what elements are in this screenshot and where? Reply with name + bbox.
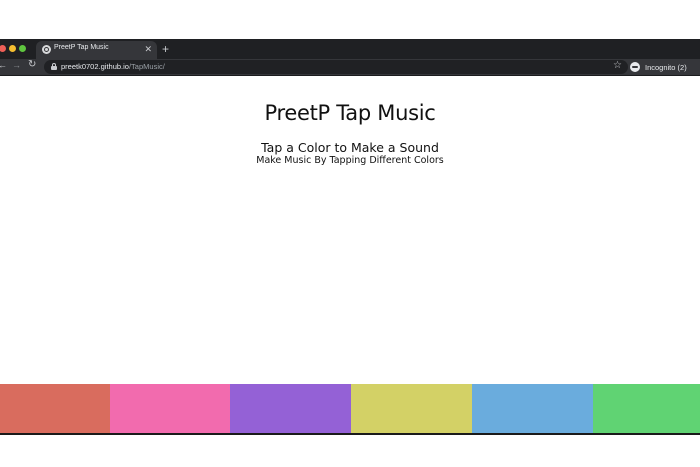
reload-button[interactable]: ↻ bbox=[28, 59, 36, 70]
color-pad-1[interactable] bbox=[0, 384, 110, 433]
page-heading: Tap a Color to Make a Sound bbox=[261, 140, 439, 155]
page-title: PreetP Tap Music bbox=[264, 101, 436, 125]
new-tab-button[interactable]: + bbox=[162, 41, 169, 57]
color-pad-5[interactable] bbox=[472, 384, 593, 433]
profile-label: Incognito (2) bbox=[645, 62, 687, 72]
bookmark-star-icon[interactable]: ☆ bbox=[613, 60, 622, 71]
incognito-icon bbox=[630, 62, 640, 72]
url-text[interactable]: preetk0702.github.io/TapMusic/ bbox=[61, 62, 165, 71]
color-pad-2[interactable] bbox=[110, 384, 230, 433]
forward-button[interactable]: → bbox=[12, 60, 21, 70]
url-host: preetk0702.github.io bbox=[61, 62, 129, 71]
tab-close-icon[interactable]: ✕ bbox=[144, 43, 152, 55]
minimize-window-button[interactable] bbox=[9, 45, 16, 52]
address-bar[interactable]: preetk0702.github.io/TapMusic/ bbox=[44, 60, 628, 74]
profile-button[interactable]: Incognito (2) bbox=[630, 60, 687, 74]
color-pad-3[interactable] bbox=[230, 384, 351, 433]
page-subheading: Make Music By Tapping Different Colors bbox=[256, 155, 444, 166]
lock-icon[interactable] bbox=[51, 63, 57, 70]
url-path: /TapMusic/ bbox=[128, 62, 165, 71]
globe-icon bbox=[42, 45, 51, 54]
maximize-window-button[interactable] bbox=[19, 45, 26, 52]
color-pad-4[interactable] bbox=[351, 384, 472, 433]
tab-title: PreetP Tap Music bbox=[54, 44, 109, 51]
color-pads bbox=[0, 384, 700, 435]
browser-tab[interactable]: PreetP Tap Music ✕ bbox=[36, 41, 157, 59]
back-button[interactable]: ← bbox=[0, 60, 7, 70]
color-pad-6[interactable] bbox=[593, 384, 700, 433]
